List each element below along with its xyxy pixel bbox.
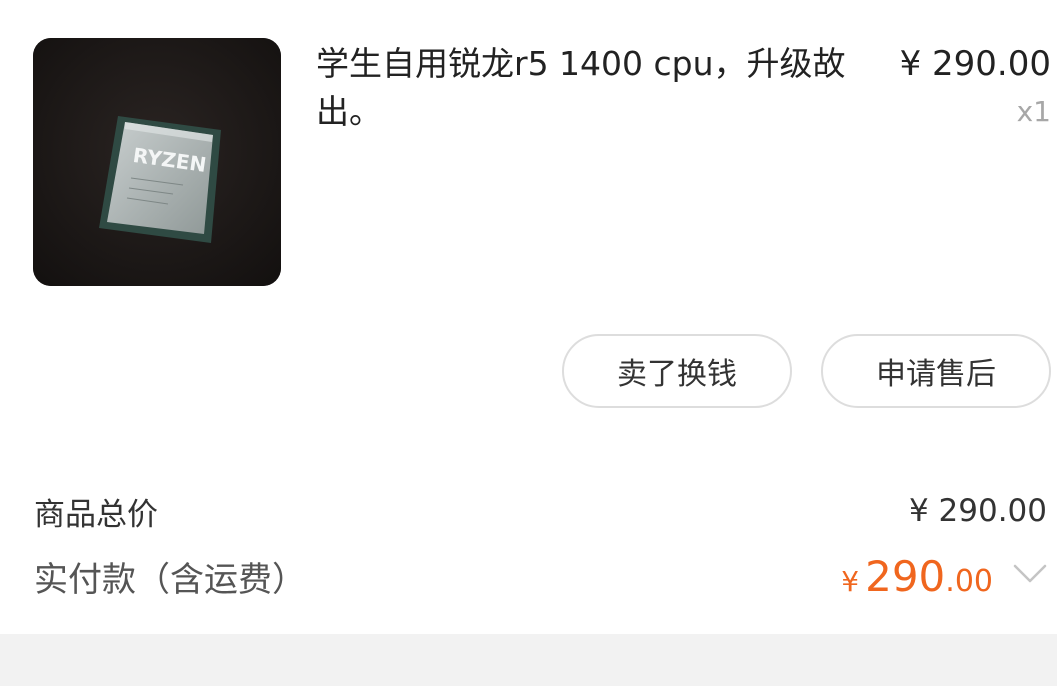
request-after-sale-button[interactable]: 申请售后: [821, 334, 1051, 408]
amount-paid-label: 实付款（含运费）: [34, 559, 306, 600]
subtotal-label: 商品总价: [34, 496, 158, 533]
product-quantity: x1: [1016, 95, 1051, 128]
currency-symbol: ¥: [841, 564, 860, 598]
amount-paid-group[interactable]: ¥290.00: [841, 552, 1047, 601]
amount-paid-integer: 290: [865, 551, 946, 601]
amount-paid-row[interactable]: 实付款（含运费） ¥290.00: [34, 548, 1047, 604]
amount-paid-value: ¥290.00: [841, 552, 993, 601]
section-divider: [0, 634, 1057, 686]
subtotal-row: 商品总价 ¥ 290.00: [34, 488, 1047, 534]
order-item-card: RYZEN 学生自用锐龙r5 1400 cpu，升级故出。 ¥ 290.00 x…: [0, 0, 1057, 634]
amount-paid-decimal: .00: [945, 563, 993, 599]
subtotal-value: ¥ 290.00: [908, 493, 1047, 529]
chevron-down-icon[interactable]: [1013, 563, 1047, 585]
product-price: ¥ 290.00: [899, 44, 1051, 84]
cpu-image-icon: RYZEN: [33, 38, 281, 286]
product-title[interactable]: 学生自用锐龙r5 1400 cpu，升级故出。: [316, 40, 876, 136]
sell-for-cash-button[interactable]: 卖了换钱: [562, 334, 792, 408]
product-image[interactable]: RYZEN: [33, 38, 281, 286]
